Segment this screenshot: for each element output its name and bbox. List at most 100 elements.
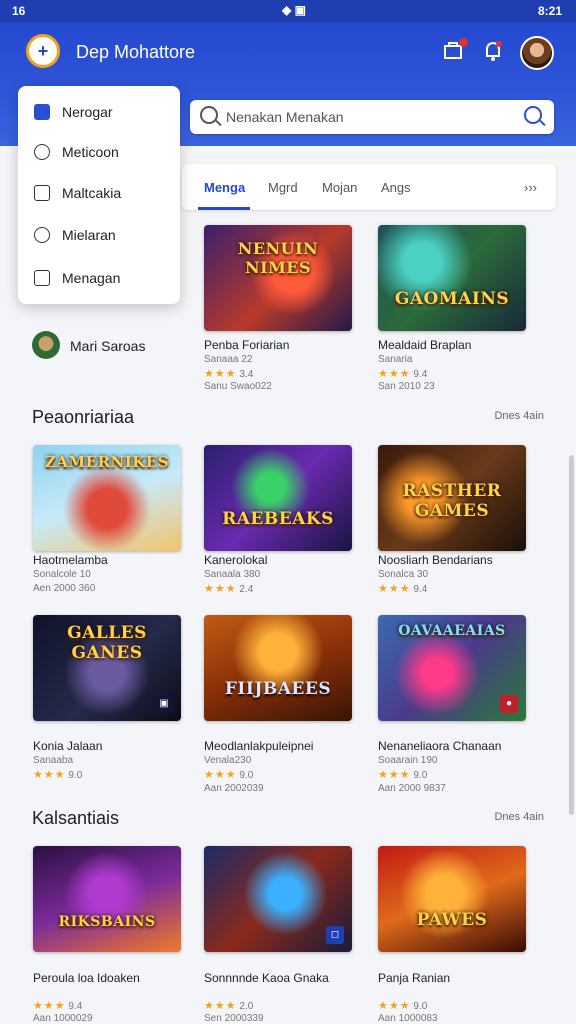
wifi-icon: ◆ ▣ [282,3,306,17]
game-thumbnail[interactable]: PAWES [378,846,526,952]
game-art-title: ZAMERNIKES [44,453,170,471]
game-title[interactable]: Mealdaid Braplan [378,338,538,352]
see-all-link[interactable]: Dnes 4ain [494,410,544,422]
game-subtitle: Sonalca 30 [378,569,429,580]
game-thumbnail[interactable]: RIKSBAINS [33,846,181,952]
game-title[interactable]: Sonnnnde Kaoa Gnaka [204,971,364,985]
game-meta: Aan 1000083 [378,1013,438,1024]
menu-item-label: Menagan [62,270,121,286]
game-title[interactable]: Peroula loa Idoaken [33,971,193,985]
folder-icon [34,185,50,201]
game-meta: Aan 2002039 [204,783,264,794]
circle-icon [34,144,50,160]
game-art-title: RIKSBAINS [58,914,156,930]
square-filled-icon [34,104,50,120]
game-rating: ★★★ 9.4 [378,583,428,595]
search-icon [200,106,218,124]
notification-dot [459,38,468,47]
game-thumbnail[interactable]: GAOMAINS [378,225,526,331]
tab-menga[interactable]: Menga [204,180,245,195]
game-meta: Aan 2000 9837 [378,783,446,794]
side-user-name: Mari Saroas [70,338,146,354]
menu-item[interactable]: Meticoon [18,132,180,172]
bell-icon[interactable] [478,36,508,66]
game-meta: Aen 2000 360 [33,583,96,594]
scrollbar[interactable] [569,455,574,815]
game-meta: Sen 2000339 [204,1013,264,1024]
tab-angs[interactable]: Angs [381,180,411,195]
game-rating: ★★★ 3.4 [204,368,254,380]
game-thumbnail[interactable]: OAVAAEAIAS ● [378,615,526,721]
game-title[interactable]: Haotmelamba [33,553,193,567]
menu-item[interactable]: Mielaran [18,215,180,255]
info-icon[interactable]: ◻ [326,926,344,944]
user-icon [34,227,50,243]
game-rating: ★★★ 9.0 [204,769,254,781]
menu-item-label: Nerogar [62,104,113,120]
section-title: Kalsantiais [32,808,120,828]
game-title[interactable]: Penba Foriarian [204,338,364,352]
game-rating: ★★★ 9.0 [33,769,83,781]
game-title[interactable]: Panja Ranian [378,971,538,985]
game-title[interactable]: Meodlanlakpuleipnei [204,739,364,753]
game-thumbnail[interactable]: ZAMERNIKES [33,445,181,551]
game-meta: Sanu Swao022 [204,381,272,392]
game-subtitle: Sanaaba [33,755,74,766]
game-art-title: RAEBEAKS [222,509,334,529]
search-bar[interactable]: Nenakan Menakan [190,100,554,134]
menu-item[interactable]: Nerogar [18,92,180,132]
game-rating: ★★★ 9.0 [378,769,428,781]
game-art-title: GAOMAINS [394,289,510,309]
game-title[interactable]: Nenaneliaora Chanaan [378,739,538,753]
game-title[interactable]: Kanerolokal [204,553,364,567]
game-art-title: GALLES GANES [67,623,147,663]
game-title[interactable]: Noosliarh Bendarians [378,553,538,567]
menu-item[interactable]: Maltcakia [18,173,180,213]
box-icon [34,270,50,286]
game-thumbnail[interactable]: GALLES GANES ▣ [33,615,181,721]
game-art-title: OAVAAEAIAS [398,623,506,639]
game-thumbnail[interactable]: FIIJBAEES [204,615,352,721]
game-art-title: FIIJBAEES [224,679,332,699]
side-user-avatar[interactable] [32,331,60,359]
menu-item-label: Maltcakia [62,185,122,201]
game-subtitle: Sanaala 380 [204,569,261,580]
game-meta: Aan 1000029 [33,1013,93,1024]
menu-item[interactable]: Menagan [18,258,180,298]
game-rating: ★★★ 9.4 [378,368,428,380]
bookmark-icon[interactable]: ▣ [155,695,173,713]
search-placeholder: Nenakan Menakan [226,109,344,125]
app-logo-icon[interactable]: + [26,34,60,68]
game-thumbnail[interactable]: RAEBEAKS [204,445,352,551]
game-subtitle: Soaarain 190 [378,755,438,766]
user-avatar[interactable] [520,36,554,70]
menu-item-label: Mielaran [62,227,116,243]
game-rating: ★★★ 2.0 [204,1000,254,1012]
game-rating: ★★★ 9.4 [33,1000,83,1012]
see-all-link[interactable]: Dnes 4ain [494,811,544,823]
game-thumbnail[interactable]: NENUIN NIMES [204,225,352,331]
tab-mojan[interactable]: Mojan [322,180,357,195]
game-art-title: NENUIN NIMES [237,239,319,277]
dropdown-menu: Nerogar Meticoon Maltcakia Mielaran Mena… [18,86,180,304]
tab-more[interactable]: ››› [524,180,537,195]
status-bar: 16 ◆ ▣ 8:21 [0,0,576,22]
app-title: Dep Mohattore [76,42,196,62]
menu-item-label: Meticoon [62,144,119,160]
game-rating: ★★★ 2.4 [204,583,254,595]
game-subtitle: Sanaaa 22 [204,354,253,365]
search-submit-icon[interactable] [524,106,542,124]
status-time: 8:21 [537,4,562,18]
record-icon[interactable]: ● [500,695,518,713]
game-subtitle: Venala230 [204,755,252,766]
game-title[interactable]: Konia Jalaan [33,739,193,753]
game-thumbnail[interactable]: RASTHER GAMES [378,445,526,551]
game-subtitle: Sonalcole 10 [33,569,91,580]
tab-mgrd[interactable]: Mgrd [268,180,298,195]
game-thumbnail[interactable]: ◻ [204,846,352,952]
shopping-bag-icon[interactable] [438,36,468,66]
game-art-title: RASTHER GAMES [402,481,502,521]
game-art-title: PAWES [416,910,488,930]
active-tab-indicator [198,207,250,210]
game-meta: San 2010 23 [378,381,435,392]
